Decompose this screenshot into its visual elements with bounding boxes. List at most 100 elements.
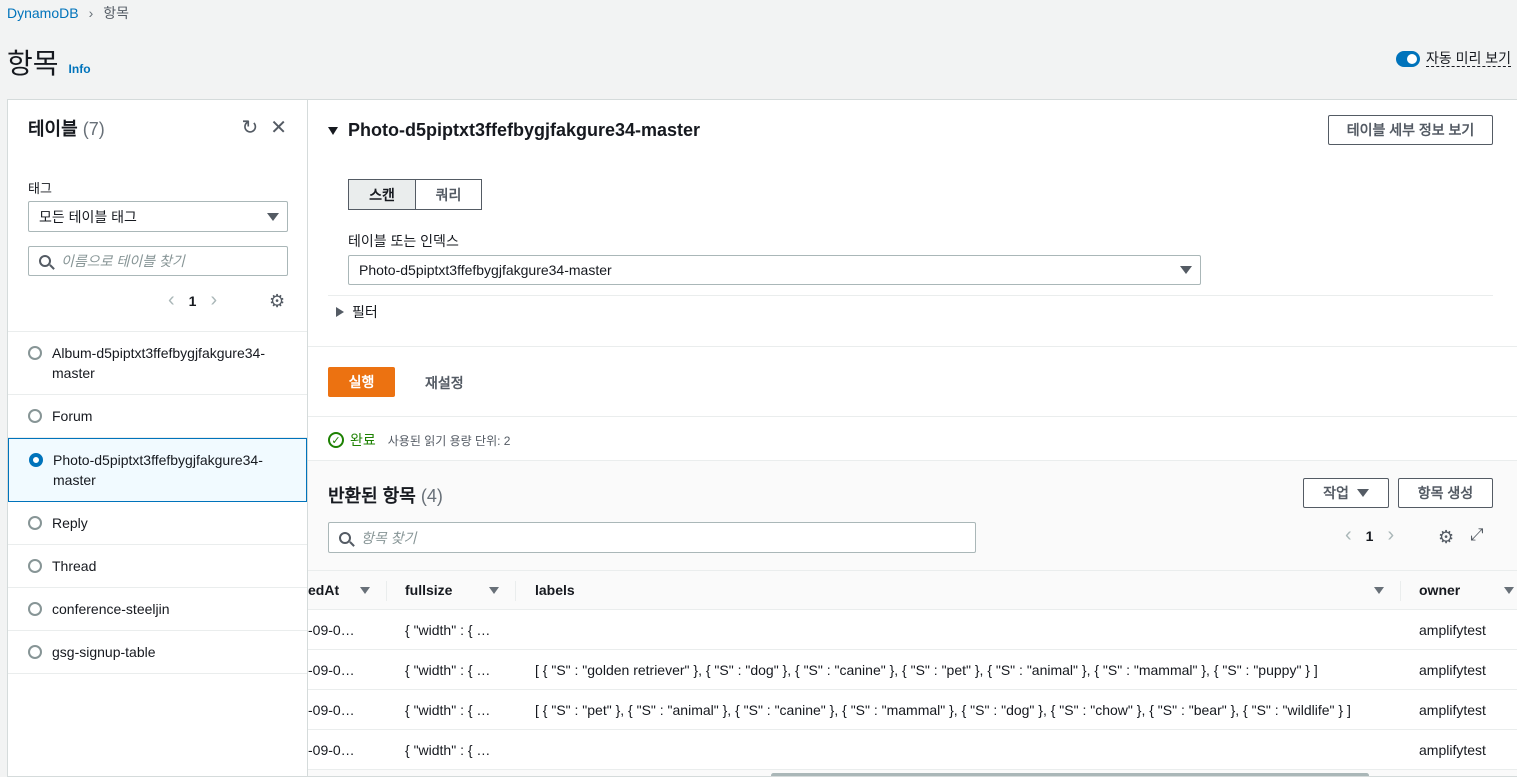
- table-search[interactable]: [28, 246, 288, 276]
- chevron-left-icon[interactable]: ‹: [1345, 524, 1352, 547]
- table-item-gsg[interactable]: gsg-signup-table: [8, 631, 307, 674]
- tables-panel-header: 테이블 (7) ↻ ✕: [8, 100, 307, 155]
- reset-button[interactable]: 재설정: [425, 373, 464, 393]
- table-item-reply[interactable]: Reply: [8, 502, 307, 545]
- table-item-label: gsg-signup-table: [52, 644, 156, 660]
- create-item-button[interactable]: 항목 생성: [1398, 478, 1493, 508]
- settings-gear-icon[interactable]: ⚙: [269, 291, 285, 312]
- radio-button[interactable]: [28, 409, 42, 423]
- tag-label: 태그: [28, 181, 52, 196]
- cell-labels: [ { "S" : "golden retriever" }, { "S" : …: [535, 661, 1318, 678]
- radio-button[interactable]: [28, 645, 42, 659]
- tables-title-text: 테이블: [28, 118, 78, 139]
- search-icon: [339, 531, 351, 544]
- auto-preview-label: 자동 미리 보기: [1425, 50, 1511, 67]
- toggle-switch[interactable]: [1395, 50, 1420, 67]
- filter-expander[interactable]: 필터: [336, 302, 378, 322]
- cell-owner: amplifytest: [1419, 701, 1486, 718]
- radio-button[interactable]: [28, 346, 42, 360]
- cell-labels: [ { "S" : "pet" }, { "S" : "animal" }, {…: [535, 701, 1351, 718]
- close-icon[interactable]: ✕: [270, 115, 287, 140]
- horizontal-scrollbar[interactable]: [771, 773, 1369, 776]
- radio-button[interactable]: [28, 559, 42, 573]
- settings-gear-icon[interactable]: ⚙: [1438, 527, 1454, 548]
- caret-down-icon: [267, 212, 279, 221]
- index-select-value: Photo-d5piptxt3ffefbygjfakgure34-master: [359, 262, 612, 278]
- table-item-thread[interactable]: Thread: [8, 545, 307, 588]
- fullscreen-icon[interactable]: ⤢: [1470, 525, 1484, 545]
- items-search[interactable]: [328, 522, 976, 553]
- tag-select[interactable]: 모든 테이블 태그: [28, 201, 288, 232]
- table-item-label: Reply: [52, 515, 88, 531]
- column-separator[interactable]: [515, 581, 516, 601]
- tables-panel-title: 테이블 (7): [28, 115, 105, 141]
- table-item-forum[interactable]: Forum: [8, 395, 307, 438]
- chevron-right-icon[interactable]: ›: [1387, 524, 1394, 547]
- caret-right-icon: [336, 307, 344, 317]
- tag-select-value: 모든 테이블 태그: [39, 208, 137, 225]
- page-number[interactable]: 1: [1366, 528, 1374, 544]
- breadcrumb: DynamoDB › 항목: [7, 3, 129, 23]
- caret-down-icon: [328, 126, 338, 135]
- sort-icon[interactable]: [489, 587, 499, 594]
- table-row[interactable]: -09-0… { "width" : { … [ { "S" : "golden…: [308, 650, 1517, 690]
- sort-icon[interactable]: [1504, 587, 1514, 594]
- column-header-fullsize[interactable]: fullsize: [405, 571, 452, 609]
- search-icon: [39, 255, 51, 267]
- caret-down-icon: [1356, 489, 1369, 497]
- page-number[interactable]: 1: [189, 293, 197, 309]
- cell-fullsize: { "width" : { …: [405, 661, 491, 678]
- cell-owner: amplifytest: [1419, 741, 1486, 758]
- table-search-input[interactable]: [59, 252, 277, 270]
- radio-button-selected[interactable]: [29, 453, 43, 467]
- column-separator[interactable]: [386, 581, 387, 601]
- column-header-labels[interactable]: labels: [535, 571, 575, 609]
- table-row[interactable]: -09-0… { "width" : { … amplifytest: [308, 730, 1517, 770]
- breadcrumb-dynamodb-link[interactable]: DynamoDB: [7, 5, 79, 21]
- tables-pagination: ‹ 1 ›: [168, 289, 217, 312]
- chevron-right-icon[interactable]: ›: [210, 289, 217, 312]
- table-item-photo[interactable]: Photo-d5piptxt3ffefbygjfakgure34- master: [8, 438, 307, 502]
- divider: [328, 295, 1493, 296]
- table-item-album[interactable]: Album-d5piptxt3ffefbygjfakgure34- master: [8, 332, 307, 395]
- chevron-left-icon[interactable]: ‹: [168, 289, 175, 312]
- radio-button[interactable]: [28, 602, 42, 616]
- column-header-createdat[interactable]: edAt: [308, 571, 339, 609]
- info-link[interactable]: Info: [69, 62, 91, 76]
- tables-panel: 테이블 (7) ↻ ✕ 태그 모든 테이블 태그 ‹ 1 › ⚙ Album-d…: [7, 99, 307, 777]
- auto-preview-toggle[interactable]: 자동 미리 보기: [1395, 50, 1511, 67]
- tab-scan[interactable]: 스캔: [348, 179, 416, 210]
- divider: [308, 416, 1517, 417]
- sort-icon[interactable]: [1374, 587, 1384, 594]
- column-separator[interactable]: [1400, 581, 1401, 601]
- column-header-owner[interactable]: owner: [1419, 571, 1460, 609]
- cell-owner: amplifytest: [1419, 661, 1486, 678]
- run-button[interactable]: 실행: [328, 367, 395, 397]
- items-table: edAt fullsize labels owner -09-0… { "wid…: [308, 570, 1517, 770]
- view-table-details-button[interactable]: 테이블 세부 정보 보기: [1328, 115, 1493, 145]
- index-label: 테이블 또는 인덱스: [348, 233, 459, 249]
- page-title: 항목: [7, 48, 59, 79]
- index-select[interactable]: Photo-d5piptxt3ffefbygjfakgure34-master: [348, 255, 1201, 285]
- tables-count: (7): [82, 118, 105, 139]
- scan-query-toggle: 스캔 쿼리: [348, 179, 482, 210]
- radio-button[interactable]: [28, 516, 42, 530]
- results-title: 반환된 항목 (4): [328, 486, 443, 506]
- cell-fullsize: { "width" : { …: [405, 621, 491, 638]
- table-row[interactable]: -09-0… { "width" : { … amplifytest: [308, 610, 1517, 650]
- refresh-icon[interactable]: ↻: [241, 115, 258, 140]
- cell-createdat: -09-0…: [308, 661, 355, 678]
- page-title-row: 항목 Info: [7, 42, 91, 82]
- divider: [308, 346, 1517, 347]
- cell-createdat: -09-0…: [308, 741, 355, 758]
- items-search-input[interactable]: [359, 528, 965, 547]
- tab-query[interactable]: 쿼리: [416, 179, 482, 210]
- table-row[interactable]: -09-0… { "width" : { … [ { "S" : "pet" }…: [308, 690, 1517, 730]
- table-name-header[interactable]: Photo-d5piptxt3ffefbygjfakgure34-master: [328, 120, 700, 141]
- caret-down-icon: [1180, 266, 1192, 274]
- sort-icon[interactable]: [360, 587, 370, 594]
- filter-label: 필터: [352, 304, 378, 320]
- cell-fullsize: { "width" : { …: [405, 701, 491, 718]
- table-item-conference[interactable]: conference-steeljin: [8, 588, 307, 631]
- actions-button[interactable]: 작업: [1303, 478, 1389, 508]
